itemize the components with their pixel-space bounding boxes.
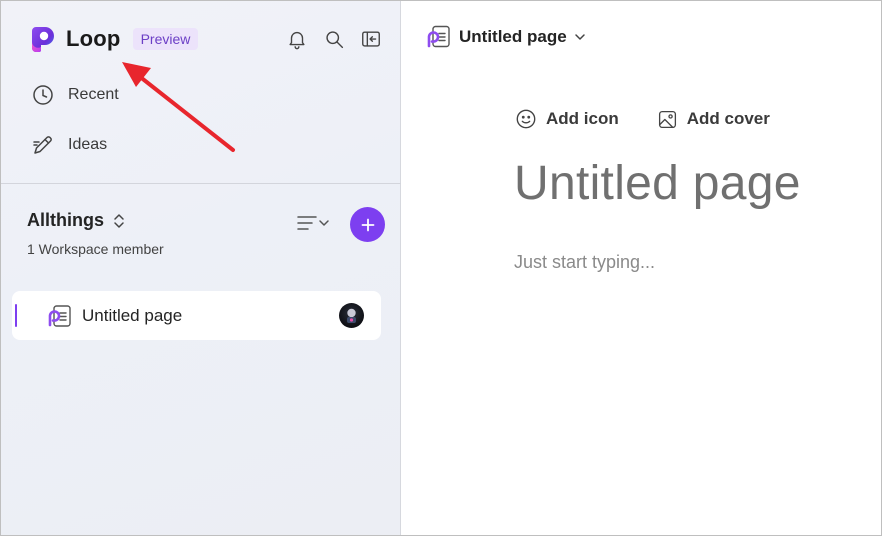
plus-icon (361, 218, 374, 231)
page-title-menu[interactable]: Untitled page (427, 25, 586, 49)
preview-badge: Preview (132, 27, 199, 50)
image-icon (658, 110, 676, 128)
sidebar-item-recent[interactable]: Recent (31, 83, 119, 107)
workspace-member-count: 1 Workspace member (27, 241, 164, 257)
page-body-input[interactable]: Just start typing... (514, 252, 655, 273)
bell-icon (289, 31, 305, 50)
sidebar-item-label: Recent (68, 86, 119, 103)
search-button[interactable] (322, 27, 346, 51)
page-list-item[interactable]: Untitled page (12, 291, 381, 340)
notifications-button[interactable] (285, 27, 309, 51)
collapse-sidebar-button[interactable] (359, 27, 383, 51)
chevron-up-down-icon (114, 213, 124, 228)
loop-page-icon (427, 25, 450, 48)
sidebar: Loop Preview Recent Ideas Allthings 1 Wo… (1, 1, 401, 535)
chevron-down-icon (574, 34, 585, 40)
workspace-switcher[interactable]: Allthings (27, 210, 126, 231)
selected-indicator (15, 304, 17, 327)
brand: Loop Preview (30, 25, 199, 52)
add-icon-button[interactable]: Add icon (515, 108, 619, 130)
sidebar-top-icons (285, 27, 383, 51)
clock-icon (33, 85, 53, 105)
loop-logo-icon (32, 27, 54, 52)
app-name: Loop (66, 25, 121, 51)
page-actions: Add icon Add cover (515, 108, 770, 130)
page-list-item-label: Untitled page (82, 306, 183, 325)
add-cover-label: Add cover (686, 109, 770, 128)
sidebar-divider (1, 183, 401, 184)
collapse-panel-icon (362, 31, 380, 47)
page-title[interactable]: Untitled page (514, 156, 801, 211)
chevron-down-icon (319, 220, 329, 226)
sort-lines-icon (297, 216, 317, 230)
header-page-title: Untitled page (459, 27, 567, 46)
add-page-button[interactable] (350, 207, 385, 242)
loop-page-icon (48, 305, 71, 327)
workspace-name: Allthings (27, 210, 104, 230)
search-icon (325, 30, 343, 48)
add-cover-button[interactable]: Add cover (657, 109, 770, 130)
avatar[interactable] (339, 303, 364, 328)
sidebar-item-ideas[interactable]: Ideas (31, 133, 107, 157)
pencil-ideas-icon (33, 136, 52, 154)
user-avatar-icon (347, 308, 356, 323)
add-icon-label: Add icon (546, 109, 619, 128)
sort-pages-button[interactable] (296, 213, 330, 233)
sidebar-item-label: Ideas (68, 136, 108, 153)
smiley-icon (516, 109, 536, 129)
app-window: Loop Preview Recent Ideas Allthings 1 Wo… (0, 0, 882, 536)
